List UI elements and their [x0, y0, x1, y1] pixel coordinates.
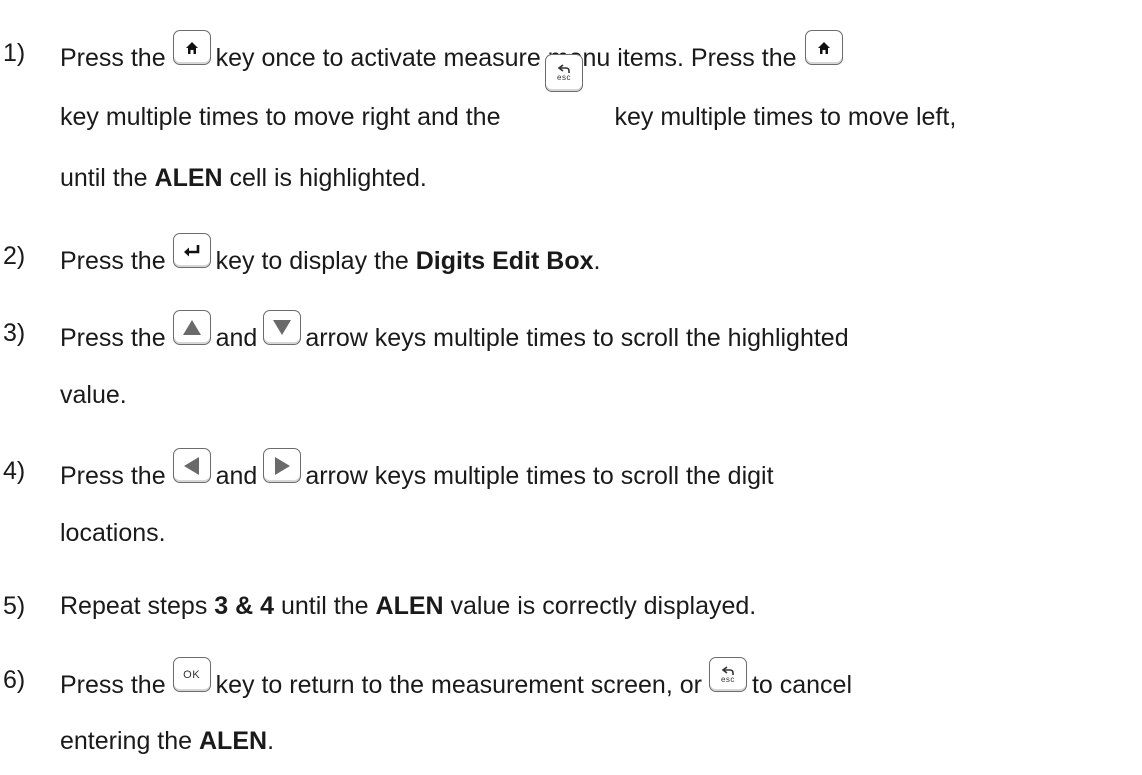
step-text: until the: [60, 164, 148, 192]
step-text: to cancel: [751, 671, 853, 699]
step-text: arrow keys multiple times to scroll the …: [305, 462, 774, 490]
up-arrow-icon: [182, 320, 201, 335]
step-text: and: [215, 462, 258, 490]
ok-key: OK: [172, 657, 211, 692]
home-key: [804, 30, 843, 65]
step-text: Press the: [60, 324, 166, 352]
step-text: value is correctly displayed.: [450, 592, 757, 620]
down-key: [263, 310, 302, 345]
home-key: [172, 30, 211, 65]
step-text: Press the: [60, 671, 166, 699]
esc-key: esc: [545, 54, 583, 92]
up-key: [172, 310, 211, 345]
step-number: 3): [3, 319, 26, 347]
step-bold: 3 & 4: [214, 592, 275, 620]
step-number: 6): [3, 666, 26, 694]
step-bold: ALEN: [154, 164, 223, 192]
home-icon: [817, 41, 830, 54]
down-arrow-icon: [273, 320, 292, 335]
esc-label: esc: [720, 674, 735, 684]
step-text: key multiple times to move left,: [614, 103, 957, 131]
ok-label: OK: [183, 668, 201, 681]
step-bold: ALEN: [375, 592, 444, 620]
step-bold: ALEN: [199, 727, 268, 755]
right-key: [263, 448, 302, 483]
left-arrow-icon: [184, 456, 200, 475]
step-text: Press the: [60, 247, 166, 275]
step-text: arrow keys multiple times to scroll the …: [305, 324, 849, 352]
step-text: and: [215, 324, 258, 352]
esc-key: esc: [708, 657, 747, 692]
step-text: Press the: [60, 462, 166, 490]
right-arrow-icon: [274, 456, 290, 475]
step-text: .: [593, 247, 601, 275]
step-text: .: [267, 727, 275, 755]
step-text: cell is highlighted.: [229, 164, 427, 192]
step-text: value.: [60, 381, 127, 409]
home-icon: [185, 41, 198, 54]
step-text: key multiple times to move right and the: [60, 103, 501, 131]
step-text: key to display the: [215, 247, 409, 275]
step-number: 4): [3, 457, 26, 485]
step-text: ure: [504, 44, 541, 72]
esc-label: esc: [557, 73, 571, 82]
step-text: key once to activate meas: [215, 44, 505, 72]
step-text: entering the: [60, 727, 193, 755]
step-text: key to return to the measurement screen,…: [215, 671, 702, 699]
step-number: 1): [3, 39, 26, 67]
left-key: [172, 448, 211, 483]
step-number: 5): [3, 592, 26, 620]
step-bold: Digits Edit Box: [415, 247, 594, 275]
enter-key: [172, 233, 211, 268]
step-text: until the: [281, 592, 369, 620]
back-arrow-icon: [721, 665, 734, 675]
step-number: 2): [3, 242, 26, 270]
step-text: menu items. Press the: [547, 44, 797, 72]
step-text: locations.: [60, 519, 166, 547]
step-text: Repeat steps: [60, 592, 208, 620]
step-text: Press the: [60, 44, 166, 72]
enter-icon: [183, 244, 199, 256]
